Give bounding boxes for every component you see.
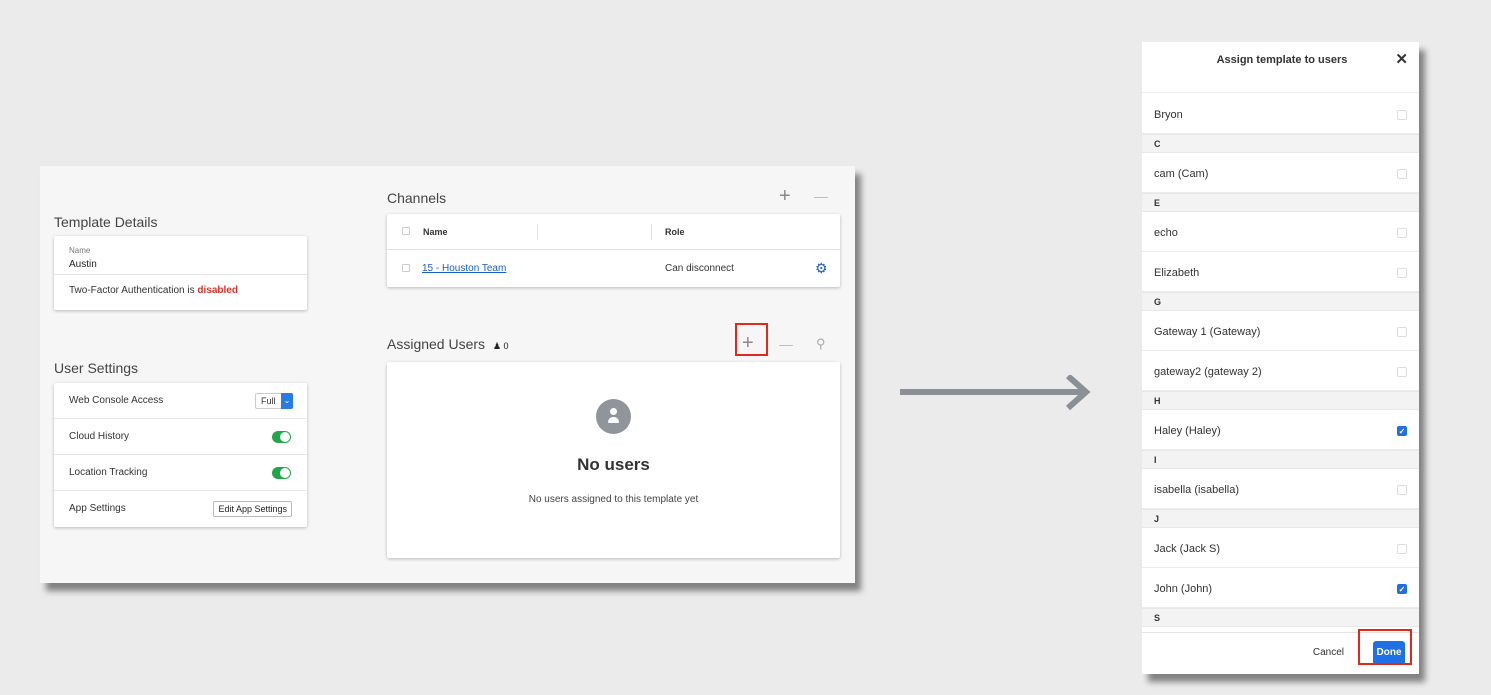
user-name: Bryon bbox=[1154, 109, 1183, 121]
user-name: cam (Cam) bbox=[1154, 168, 1209, 180]
user-checkbox-checked[interactable]: ✓ bbox=[1397, 426, 1407, 436]
assigned-users-card: No users No users assigned to this templ… bbox=[387, 362, 840, 558]
user-checkbox[interactable] bbox=[1397, 228, 1407, 238]
edit-app-settings-button[interactable]: Edit App Settings bbox=[213, 501, 292, 517]
user-checkbox[interactable] bbox=[1397, 110, 1407, 120]
assign-template-modal: Assign template to users ✕ Bryon C cam (… bbox=[1142, 42, 1419, 674]
user-list[interactable]: Bryon C cam (Cam) E echo Elizabeth G Gat… bbox=[1142, 92, 1419, 632]
table-header: Name Role bbox=[387, 214, 840, 250]
user-checkbox[interactable] bbox=[1397, 169, 1407, 179]
cancel-button[interactable]: Cancel bbox=[1313, 647, 1344, 658]
setting-label: App Settings bbox=[69, 503, 126, 514]
chevron-down-icon: ⌄ bbox=[281, 393, 293, 409]
list-item[interactable]: Elizabeth bbox=[1142, 252, 1419, 292]
column-separator bbox=[651, 224, 652, 240]
user-name: Haley (Haley) bbox=[1154, 425, 1221, 437]
template-details-title: Template Details bbox=[54, 214, 158, 230]
add-user-highlight bbox=[735, 323, 768, 356]
user-name: John (John) bbox=[1154, 583, 1213, 595]
two-factor-label: Two-Factor Authentication is bbox=[69, 285, 198, 296]
setting-row-app-settings: App Settings Edit App Settings bbox=[54, 491, 307, 527]
user-count: 0 bbox=[503, 341, 509, 351]
setting-label: Location Tracking bbox=[69, 467, 148, 478]
template-panel: Template Details Name Austin Two-Factor … bbox=[40, 166, 855, 583]
person-icon: ♟ bbox=[492, 341, 502, 351]
user-settings-title: User Settings bbox=[54, 360, 139, 376]
cloud-history-toggle[interactable] bbox=[272, 431, 291, 443]
list-item[interactable]: gateway2 (gateway 2) bbox=[1142, 351, 1419, 391]
location-tracking-toggle[interactable] bbox=[272, 467, 291, 479]
user-settings-card: Web Console Access Full ⌄ Cloud History … bbox=[54, 383, 307, 527]
list-item[interactable]: Gateway 1 (Gateway) bbox=[1142, 311, 1419, 351]
group-header: J bbox=[1142, 509, 1419, 528]
add-channel-icon[interactable]: + bbox=[779, 186, 791, 206]
user-name: Gateway 1 (Gateway) bbox=[1154, 326, 1261, 338]
user-checkbox-checked[interactable]: ✓ bbox=[1397, 584, 1407, 594]
setting-row-web-console: Web Console Access Full ⌄ bbox=[54, 383, 307, 419]
channel-link[interactable]: 15 - Houston Team bbox=[422, 263, 506, 274]
user-name: Jack (Jack S) bbox=[1154, 543, 1221, 555]
group-header: H bbox=[1142, 391, 1419, 410]
list-item[interactable]: Jack (Jack S) bbox=[1142, 528, 1419, 568]
user-checkbox[interactable] bbox=[1397, 268, 1407, 278]
channels-title: Channels bbox=[387, 190, 447, 206]
assigned-users-label: Assigned Users bbox=[387, 336, 486, 352]
column-role: Role bbox=[665, 227, 685, 237]
list-item[interactable]: John (John) ✓ bbox=[1142, 568, 1419, 608]
user-name: isabella (isabella) bbox=[1154, 484, 1239, 496]
group-header: S bbox=[1142, 608, 1419, 627]
remove-user-icon[interactable]: — bbox=[779, 334, 793, 354]
list-item[interactable]: isabella (isabella) bbox=[1142, 469, 1419, 509]
user-placeholder-icon bbox=[596, 399, 631, 434]
two-factor-status: Two-Factor Authentication is disabled bbox=[69, 285, 238, 296]
list-item[interactable]: Bryon bbox=[1142, 94, 1419, 134]
list-item[interactable]: echo bbox=[1142, 212, 1419, 252]
list-item[interactable]: cam (Cam) bbox=[1142, 153, 1419, 193]
select-all-checkbox[interactable] bbox=[402, 227, 410, 235]
group-header: I bbox=[1142, 450, 1419, 469]
user-checkbox[interactable] bbox=[1397, 327, 1407, 337]
group-header: C bbox=[1142, 134, 1419, 153]
list-item[interactable]: Haley (Haley) ✓ bbox=[1142, 410, 1419, 450]
column-name: Name bbox=[423, 227, 448, 237]
divider bbox=[54, 274, 307, 275]
empty-state-title: No users bbox=[577, 455, 650, 474]
user-name: gateway2 (gateway 2) bbox=[1154, 366, 1262, 378]
channel-role: Can disconnect bbox=[665, 263, 734, 274]
two-factor-disabled-badge: disabled bbox=[197, 285, 238, 296]
setting-row-location-tracking: Location Tracking bbox=[54, 455, 307, 491]
name-value: Austin bbox=[69, 259, 97, 270]
group-header: E bbox=[1142, 193, 1419, 212]
select-value: Full bbox=[261, 396, 276, 406]
remove-channel-icon[interactable]: — bbox=[814, 186, 828, 206]
arrow-right-icon bbox=[900, 375, 1091, 411]
user-name: Elizabeth bbox=[1154, 267, 1200, 279]
toggle-knob bbox=[280, 432, 290, 442]
gear-icon[interactable]: ⚙ bbox=[815, 260, 828, 277]
template-details-card: Name Austin Two-Factor Authentication is… bbox=[54, 236, 307, 310]
name-label: Name bbox=[69, 246, 91, 255]
modal-title: Assign template to users bbox=[1216, 54, 1348, 66]
assigned-users-title: Assigned Users ♟ 0 bbox=[387, 336, 509, 352]
column-separator bbox=[537, 224, 538, 240]
user-checkbox[interactable] bbox=[1397, 367, 1407, 377]
web-console-access-select[interactable]: Full ⌄ bbox=[255, 393, 293, 409]
done-button-highlight bbox=[1358, 629, 1412, 665]
toggle-knob bbox=[280, 468, 290, 478]
setting-row-cloud-history: Cloud History bbox=[54, 419, 307, 455]
user-name: echo bbox=[1154, 227, 1178, 239]
row-checkbox[interactable] bbox=[402, 264, 410, 272]
user-checkbox[interactable] bbox=[1397, 485, 1407, 495]
user-count-badge: ♟ 0 bbox=[493, 341, 509, 351]
setting-label: Cloud History bbox=[69, 431, 130, 442]
setting-label: Web Console Access bbox=[69, 395, 164, 406]
empty-state-description: No users assigned to this template yet bbox=[528, 494, 699, 505]
search-icon[interactable]: ⚲ bbox=[816, 334, 826, 354]
group-header: G bbox=[1142, 292, 1419, 311]
close-icon[interactable]: ✕ bbox=[1395, 50, 1408, 68]
user-checkbox[interactable] bbox=[1397, 544, 1407, 554]
channels-table: Name Role 15 - Houston Team Can disconne… bbox=[387, 214, 840, 287]
